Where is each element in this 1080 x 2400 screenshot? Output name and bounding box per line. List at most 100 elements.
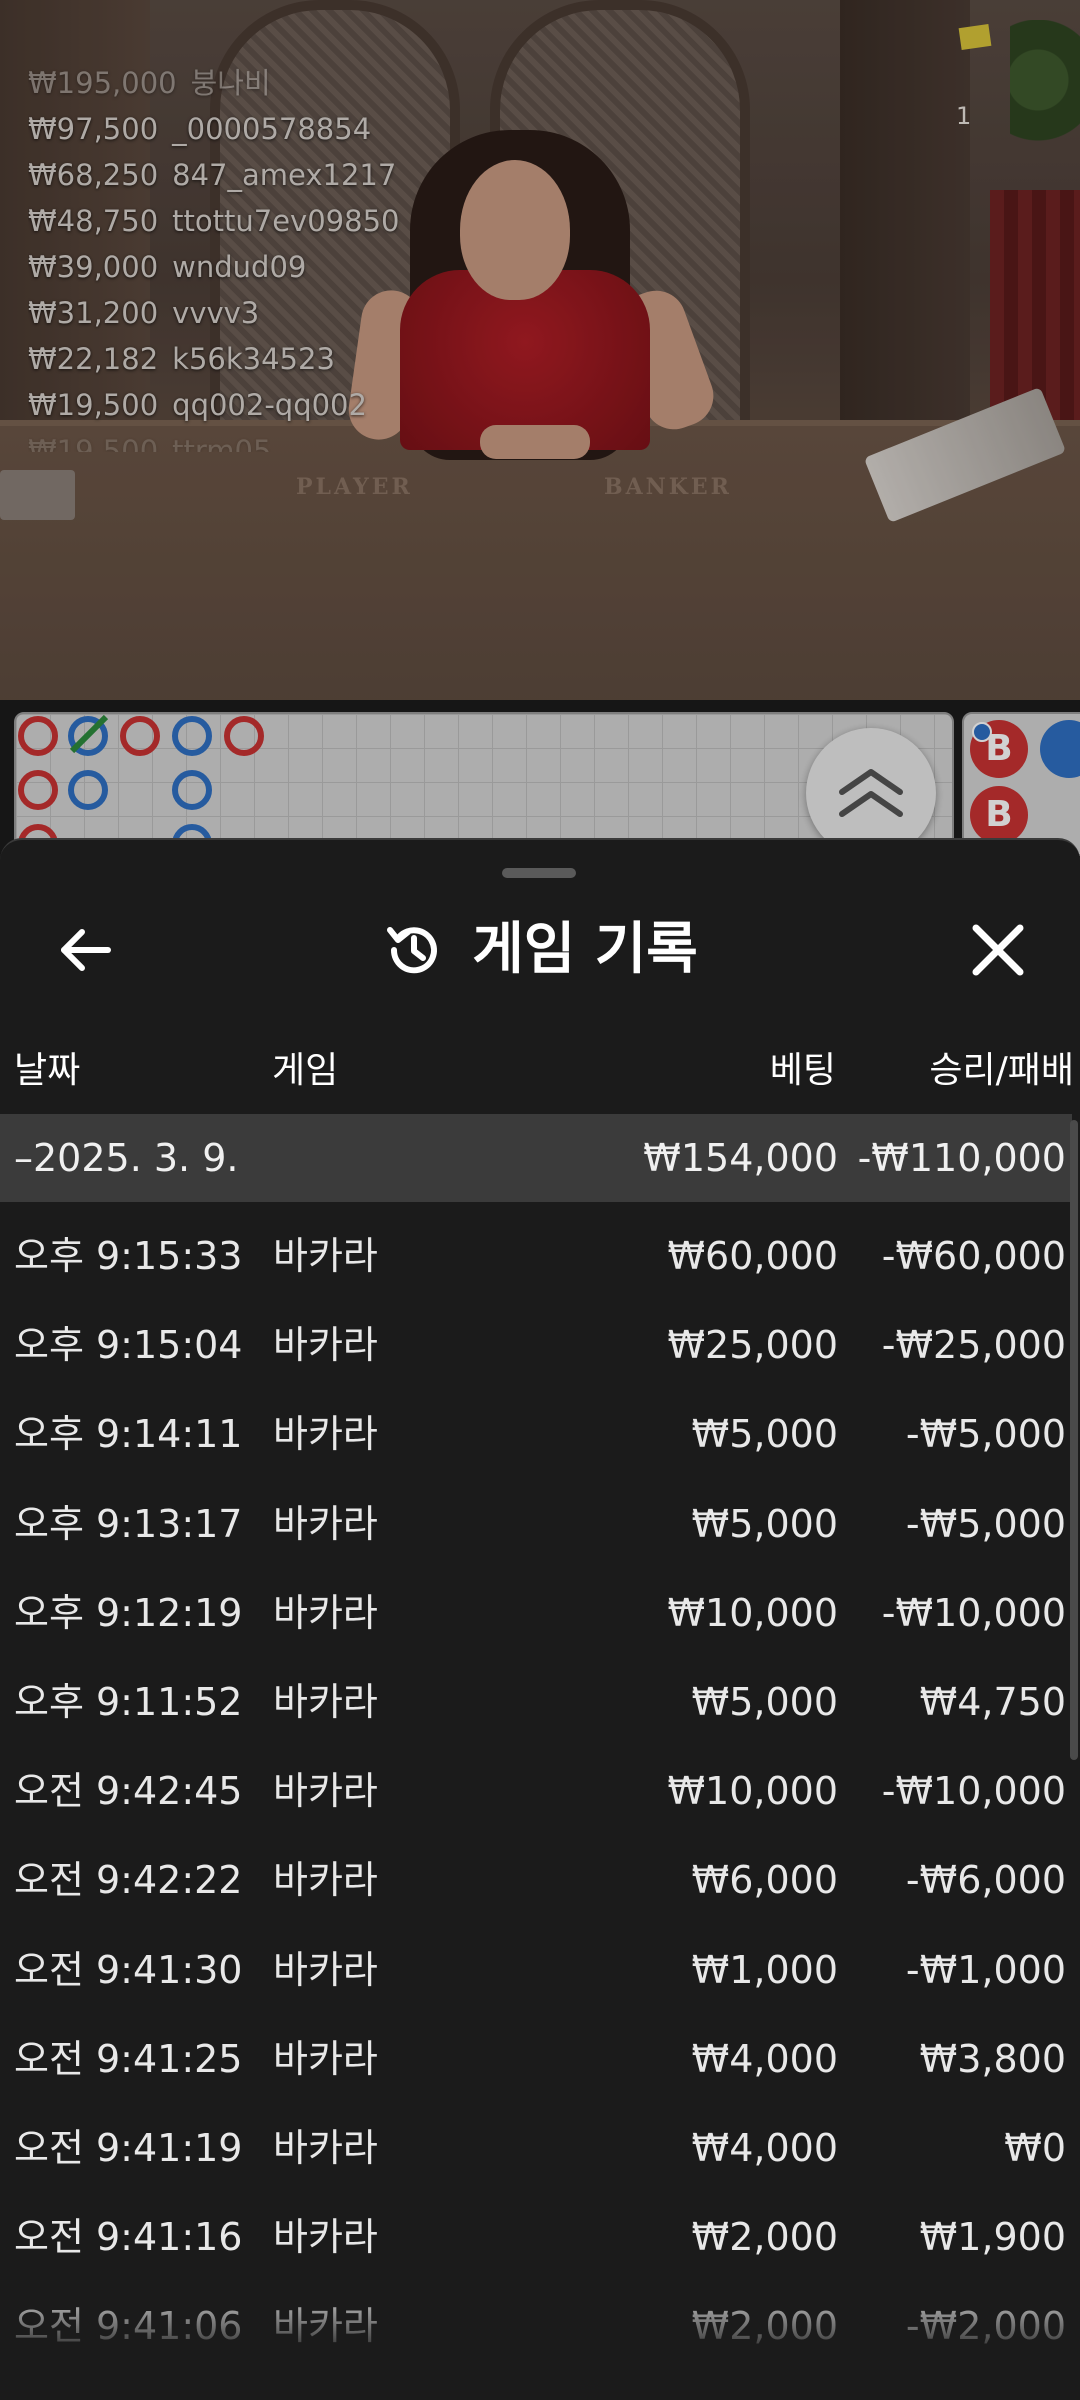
row-bet: ₩2,000 xyxy=(691,2304,838,2349)
history-row[interactable]: 오전 9:41:30 바카라 ₩1,000 -₩1,000 xyxy=(0,1926,1072,2015)
felt-banker-label: BANKER xyxy=(604,474,732,500)
row-time: 오후 9:11:52 xyxy=(14,1679,243,1724)
banker-ring xyxy=(120,716,160,756)
sheet-header: 게임 기록 xyxy=(0,890,1080,1010)
winner-name: ttrm05 xyxy=(172,434,272,452)
row-game: 바카라 xyxy=(273,1947,378,1992)
winner-amount: ₩39,000 xyxy=(28,250,159,284)
row-time: 오후 9:12:19 xyxy=(14,1590,243,1635)
day-date: –2025. 3. 9. xyxy=(14,1136,239,1180)
column-header-bet: 베팅 xyxy=(769,1050,836,1091)
player-pair-dot xyxy=(972,722,992,742)
history-row[interactable]: 오후 9:14:11 바카라 ₩5,000 -₩5,000 xyxy=(0,1390,1072,1479)
history-row[interactable]: 오전 9:41:16 바카라 ₩2,000 ₩1,900 xyxy=(0,2193,1072,2282)
row-game: 바카라 xyxy=(273,1234,378,1278)
winners-list: ₩195,000 붕나비 ₩97,500 _0000578854 ₩68,250 847_… xyxy=(28,60,468,452)
player-ring xyxy=(172,716,212,756)
history-row[interactable]: 오전 9:41:25 바카라 ₩4,000 ₩3,800 xyxy=(0,2015,1072,2104)
row-win-loss: -₩5,000 xyxy=(905,1412,1066,1457)
history-row[interactable]: 오후 9:11:52 바카라 ₩5,000 ₩4,750 xyxy=(0,1658,1072,1747)
column-header-game: 게임 xyxy=(272,1050,339,1091)
winner-entry: ₩195,000 붕나비 xyxy=(28,60,468,106)
winner-amount: ₩68,250 xyxy=(28,158,159,192)
winner-amount: ₩48,750 xyxy=(28,204,159,238)
chevron-double-up-icon xyxy=(839,769,903,817)
card-box xyxy=(0,470,75,520)
row-bet: ₩4,000 xyxy=(691,2036,838,2081)
row-bet: ₩10,000 xyxy=(667,1769,838,1814)
live-video: PLAYER BANKER 1 ₩195,000 붕나비 ₩97,500 _00005… xyxy=(0,0,1080,700)
close-icon xyxy=(972,924,1024,976)
row-game: 바카라 xyxy=(273,2215,378,2260)
round-number: 1 xyxy=(956,102,972,130)
row-bet: ₩5,000 xyxy=(691,1679,838,1724)
player-ring xyxy=(68,770,108,810)
winner-entry: ₩19,500 ttrm05 xyxy=(28,428,468,452)
row-time: 오전 9:41:30 xyxy=(14,1947,243,1992)
row-time: 오전 9:41:06 xyxy=(14,2304,243,2349)
row-game: 바카라 xyxy=(273,2304,378,2349)
winner-name: qq002-qq002 xyxy=(172,388,367,422)
history-list: 오후 9:15:33 바카라 ₩60,000 -₩60,000 오후 9:15:04 바카… xyxy=(0,1212,1072,2371)
row-win-loss: -₩25,000 xyxy=(881,1323,1066,1368)
winner-name: k56k34523 xyxy=(172,342,335,376)
row-bet: ₩6,000 xyxy=(691,1858,838,1903)
felt-player-label: PLAYER xyxy=(296,474,413,500)
row-win-loss: -₩5,000 xyxy=(905,1501,1066,1546)
row-game: 바카라 xyxy=(273,1323,378,1368)
row-win-loss: -₩1,000 xyxy=(905,1947,1066,1992)
row-time: 오전 9:42:22 xyxy=(14,1858,243,1903)
winner-name: ttottu7ev09850 xyxy=(172,204,400,238)
sheet-title: 게임 기록 xyxy=(472,917,698,982)
row-time: 오전 9:42:45 xyxy=(14,1769,243,1814)
row-game: 바카라 xyxy=(273,1679,378,1724)
close-button[interactable] xyxy=(962,914,1034,986)
winner-name: _0000578854 xyxy=(172,112,372,146)
day-summary-row[interactable]: –2025. 3. 9. ₩154,000 -₩110,000 xyxy=(0,1114,1072,1202)
sheet-drag-handle[interactable] xyxy=(502,868,576,878)
winner-entry: ₩22,182 k56k34523 xyxy=(28,336,468,382)
player-bead xyxy=(1040,720,1080,778)
row-win-loss: -₩10,000 xyxy=(881,1590,1066,1635)
history-row[interactable]: 오전 9:42:45 바카라 ₩10,000 -₩10,000 xyxy=(0,1747,1072,1836)
history-row[interactable]: 오후 9:13:17 바카라 ₩5,000 -₩5,000 xyxy=(0,1480,1072,1569)
big-road[interactable]: B B xyxy=(962,712,1080,856)
scrollbar[interactable] xyxy=(1070,1120,1078,1760)
row-win-loss: -₩2,000 xyxy=(905,2304,1066,2349)
winner-amount: ₩19,500 xyxy=(28,434,159,452)
winner-entry: ₩97,500 _0000578854 xyxy=(28,106,468,152)
history-row[interactable]: 오후 9:15:04 바카라 ₩25,000 -₩25,000 xyxy=(0,1301,1072,1390)
history-row[interactable]: 오전 9:41:06 바카라 ₩2,000 -₩2,000 xyxy=(0,2282,1072,2371)
row-bet: ₩4,000 xyxy=(691,2125,838,2170)
history-icon xyxy=(387,927,438,974)
row-time: 오후 9:13:17 xyxy=(14,1501,243,1546)
banker-bead: B xyxy=(970,786,1028,844)
winner-entry: ₩31,200 vvvv3 xyxy=(28,290,468,336)
history-row[interactable]: 오후 9:12:19 바카라 ₩10,000 -₩10,000 xyxy=(0,1569,1072,1658)
row-game: 바카라 xyxy=(273,1412,378,1457)
row-bet: ₩1,000 xyxy=(691,1947,838,1992)
column-header-win-loss: 승리/패배 xyxy=(929,1050,1074,1091)
banker-bead: B xyxy=(970,720,1028,778)
row-game: 바카라 xyxy=(273,1858,378,1903)
winner-name: wndud09 xyxy=(172,250,307,284)
winner-name: 847_amex1217 xyxy=(172,158,397,192)
row-game: 바카라 xyxy=(273,1501,378,1546)
app-screen: PLAYER BANKER 1 ₩195,000 붕나비 ₩97,500 _00005… xyxy=(0,0,1080,2400)
row-bet: ₩10,000 xyxy=(667,1590,838,1635)
history-row[interactable]: 오전 9:42:22 바카라 ₩6,000 -₩6,000 xyxy=(0,1836,1072,1925)
row-bet: ₩2,000 xyxy=(691,2215,838,2260)
row-time: 오후 9:15:33 xyxy=(14,1234,243,1278)
row-bet: ₩5,000 xyxy=(691,1501,838,1546)
day-total-bet: ₩154,000 xyxy=(643,1136,838,1180)
column-header-date: 날짜 xyxy=(14,1050,81,1091)
row-win-loss: -₩10,000 xyxy=(881,1769,1066,1814)
history-row[interactable]: 오후 9:15:33 바카라 ₩60,000 -₩60,000 xyxy=(0,1212,1072,1301)
row-game: 바카라 xyxy=(273,2125,378,2170)
row-win-loss: ₩0 xyxy=(1004,2125,1066,2170)
row-win-loss: ₩3,800 xyxy=(919,2036,1066,2081)
day-total-win-loss: -₩110,000 xyxy=(857,1136,1066,1180)
winner-entry: ₩68,250 847_amex1217 xyxy=(28,152,468,198)
history-row[interactable]: 오전 9:41:19 바카라 ₩4,000 ₩0 xyxy=(0,2104,1072,2193)
game-history-sheet: 게임 기록 날짜 게임 베팅 승리/패배 –2025. 3. 9. ₩154,0… xyxy=(0,838,1080,2400)
